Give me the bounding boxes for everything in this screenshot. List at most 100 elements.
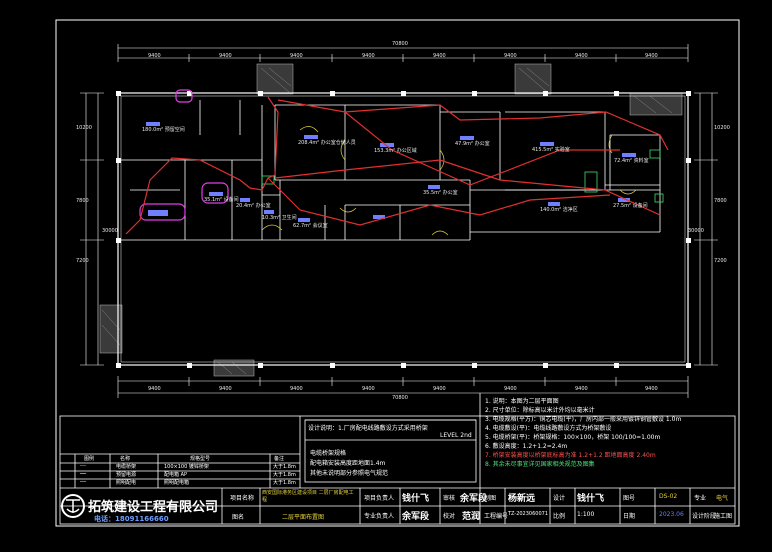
room-label-11: 140.0m² 洁净区	[540, 207, 578, 213]
scale-value: 1:100	[577, 511, 595, 518]
checker-label: 审核	[443, 495, 456, 502]
design-note-line-2: 配电箱安装高度距地面1.4m	[310, 460, 386, 467]
design-note-line-1: 电缆桥架规格	[310, 450, 347, 457]
legend-row-3-note: 大于1.8m	[273, 480, 296, 486]
stage-value: 电气	[716, 495, 729, 502]
draw-label: 制图	[484, 495, 497, 502]
dim-right-4: 30000	[688, 228, 704, 234]
note-4: 4. 电缆敷设(平)：电缆线路敷设方式为桥架敷设	[485, 425, 612, 432]
dim-left-1: 10200	[76, 125, 92, 131]
approver-label: 校对	[443, 513, 456, 520]
scale-label: 比例	[553, 513, 566, 520]
draw-signature: 杨新远	[508, 494, 536, 504]
code-value: TZ-2023060071	[508, 511, 549, 517]
equipment-blocks	[261, 149, 664, 203]
note-2: 2. 尺寸单位：除标高以米计外均以毫米计	[485, 407, 595, 414]
legend-row-1-note: 大于1.8m	[273, 464, 296, 470]
room-label-9: 10.3m² 卫生间	[262, 215, 297, 221]
note-7: 7. 桥架安装高度以桥架底标高为准 1.2+1.2 距地面高度 2.40m	[485, 452, 656, 459]
legend-row-2-name: 预留电源	[116, 472, 137, 478]
dim-bottom-6: 9400	[504, 386, 517, 392]
phase-label: 设计阶段	[692, 513, 717, 520]
interior-partitions	[121, 100, 661, 241]
dim-right-3: 7200	[714, 258, 727, 264]
room-label-1: 180.0m² 预留空间	[142, 127, 185, 133]
room-label-2: 208.4m² 办公室仓储人员	[298, 140, 356, 146]
dim-top-7: 9400	[575, 53, 588, 59]
room-label-12: 27.5m² 设备间	[613, 203, 648, 209]
legend-row-3-symbol: ━━	[80, 479, 87, 485]
company-phone: 电话：18091166660	[94, 515, 169, 523]
dim-top-4: 9400	[362, 53, 375, 59]
checker-signature: 余军段	[460, 494, 488, 504]
legend-row-3-spec: 照明配电箱	[164, 480, 190, 486]
date-value: 2023.06	[659, 511, 684, 518]
room-label-4: 415.5m² 实验室	[532, 147, 570, 153]
design-signature: 钱什飞	[577, 494, 605, 504]
note-1: 1. 说明：本图为二层平面图	[485, 398, 559, 405]
note-6: 6. 敷设高度：1.2+1.2=2.4m	[485, 443, 568, 450]
note-3: 3. 电缆规格(平方)：铜芯电缆(平)，厂房内部一般采用镀锌钢管敷设 1.0m	[485, 416, 682, 423]
phase-value: 施工图	[714, 513, 733, 520]
overall-dimension-bottom: 70800	[392, 395, 408, 401]
date-label: 日期	[623, 513, 636, 520]
dim-left-4: 30000	[102, 228, 118, 234]
room-label-3: 153.3m² 办公区域	[374, 148, 417, 154]
dim-top-6: 9400	[504, 53, 517, 59]
dim-right-2: 7800	[714, 198, 727, 204]
dim-left-3: 7200	[76, 258, 89, 264]
overall-dimension-top: 70800	[392, 41, 408, 47]
legend-row-3-name: 照明配电	[116, 480, 137, 486]
dim-bottom-8: 9400	[645, 386, 658, 392]
design-label: 设计	[553, 495, 566, 502]
approver-signature: 范润	[462, 512, 481, 522]
dim-top-8: 9400	[645, 53, 658, 59]
number-label: 图号	[623, 495, 636, 502]
dim-bottom-1: 9400	[148, 386, 161, 392]
legend-header-note: 备注	[274, 456, 285, 462]
dim-left-2: 7800	[76, 198, 89, 204]
reviewer-label: 专业负责人	[364, 513, 395, 520]
room-label-13: 35.5m² 办公室	[423, 190, 458, 196]
stair-towers	[99, 63, 683, 377]
legend-row-1-spec: 100×100 镀锌桥架	[164, 464, 209, 470]
stage-label: 专业	[694, 495, 707, 502]
note-5: 5. 电缆桥架(平)：桥架规格：100×100，桥架 100/100=1.00m	[485, 434, 661, 441]
room-label-7: 35.1m² 设备间	[204, 197, 239, 203]
designer-label: 项目负责人	[364, 495, 395, 502]
room-label-8: 20.4m² 办公室	[236, 203, 271, 209]
dim-top-1: 9400	[148, 53, 161, 59]
building-walls	[117, 92, 689, 366]
legend-row-2-symbol: ━━	[80, 471, 87, 477]
design-note-line-3: 其他未说明部分参照电气规范	[310, 470, 389, 477]
side-dimension-lines	[80, 92, 718, 366]
design-note-title: 设计说明：1.厂房配电线路敷设方式采用桥架	[308, 425, 428, 432]
reviewer-signature: 余军段	[402, 512, 430, 522]
note-8: 8. 其余未尽事宜详见国家相关规范及图集	[485, 461, 595, 468]
dim-top-2: 9400	[219, 53, 232, 59]
legend-header-symbol: 图例	[84, 456, 95, 462]
drawing-name-value: 二层平面布置图	[282, 514, 325, 521]
legend-row-1-symbol: ━━	[80, 463, 87, 469]
legend-row-1-name: 电缆桥架	[116, 464, 137, 470]
room-label-5: 47.9m² 办公室	[455, 141, 490, 147]
company-name: 拓筑建设工程有限公司	[88, 500, 219, 515]
dim-top-3: 9400	[290, 53, 303, 59]
code-label: 工程编号	[484, 513, 509, 520]
legend-header-spec: 规格型号	[190, 456, 211, 462]
number-value: DS-02	[659, 493, 678, 500]
drawing-name-label: 图名	[232, 514, 245, 521]
legend-header-name: 名称	[120, 456, 131, 462]
dim-bottom-2: 9400	[219, 386, 232, 392]
project-name-value: 西安国际港务区建设项目 二层厂房配电工程	[262, 490, 354, 503]
designer-signature: 钱什飞	[402, 494, 430, 504]
project-name-label: 项目名称	[230, 495, 255, 502]
design-note-level: LEVEL 2nd	[440, 432, 472, 439]
legend-row-2-note: 大于1.8m	[273, 472, 296, 478]
cable-tray-route-3	[274, 159, 661, 216]
dim-bottom-7: 9400	[575, 386, 588, 392]
dim-right-1: 10200	[714, 125, 730, 131]
dim-top-5: 9400	[433, 53, 446, 59]
dim-bottom-3: 9400	[290, 386, 303, 392]
dim-bottom-4: 9400	[362, 386, 375, 392]
